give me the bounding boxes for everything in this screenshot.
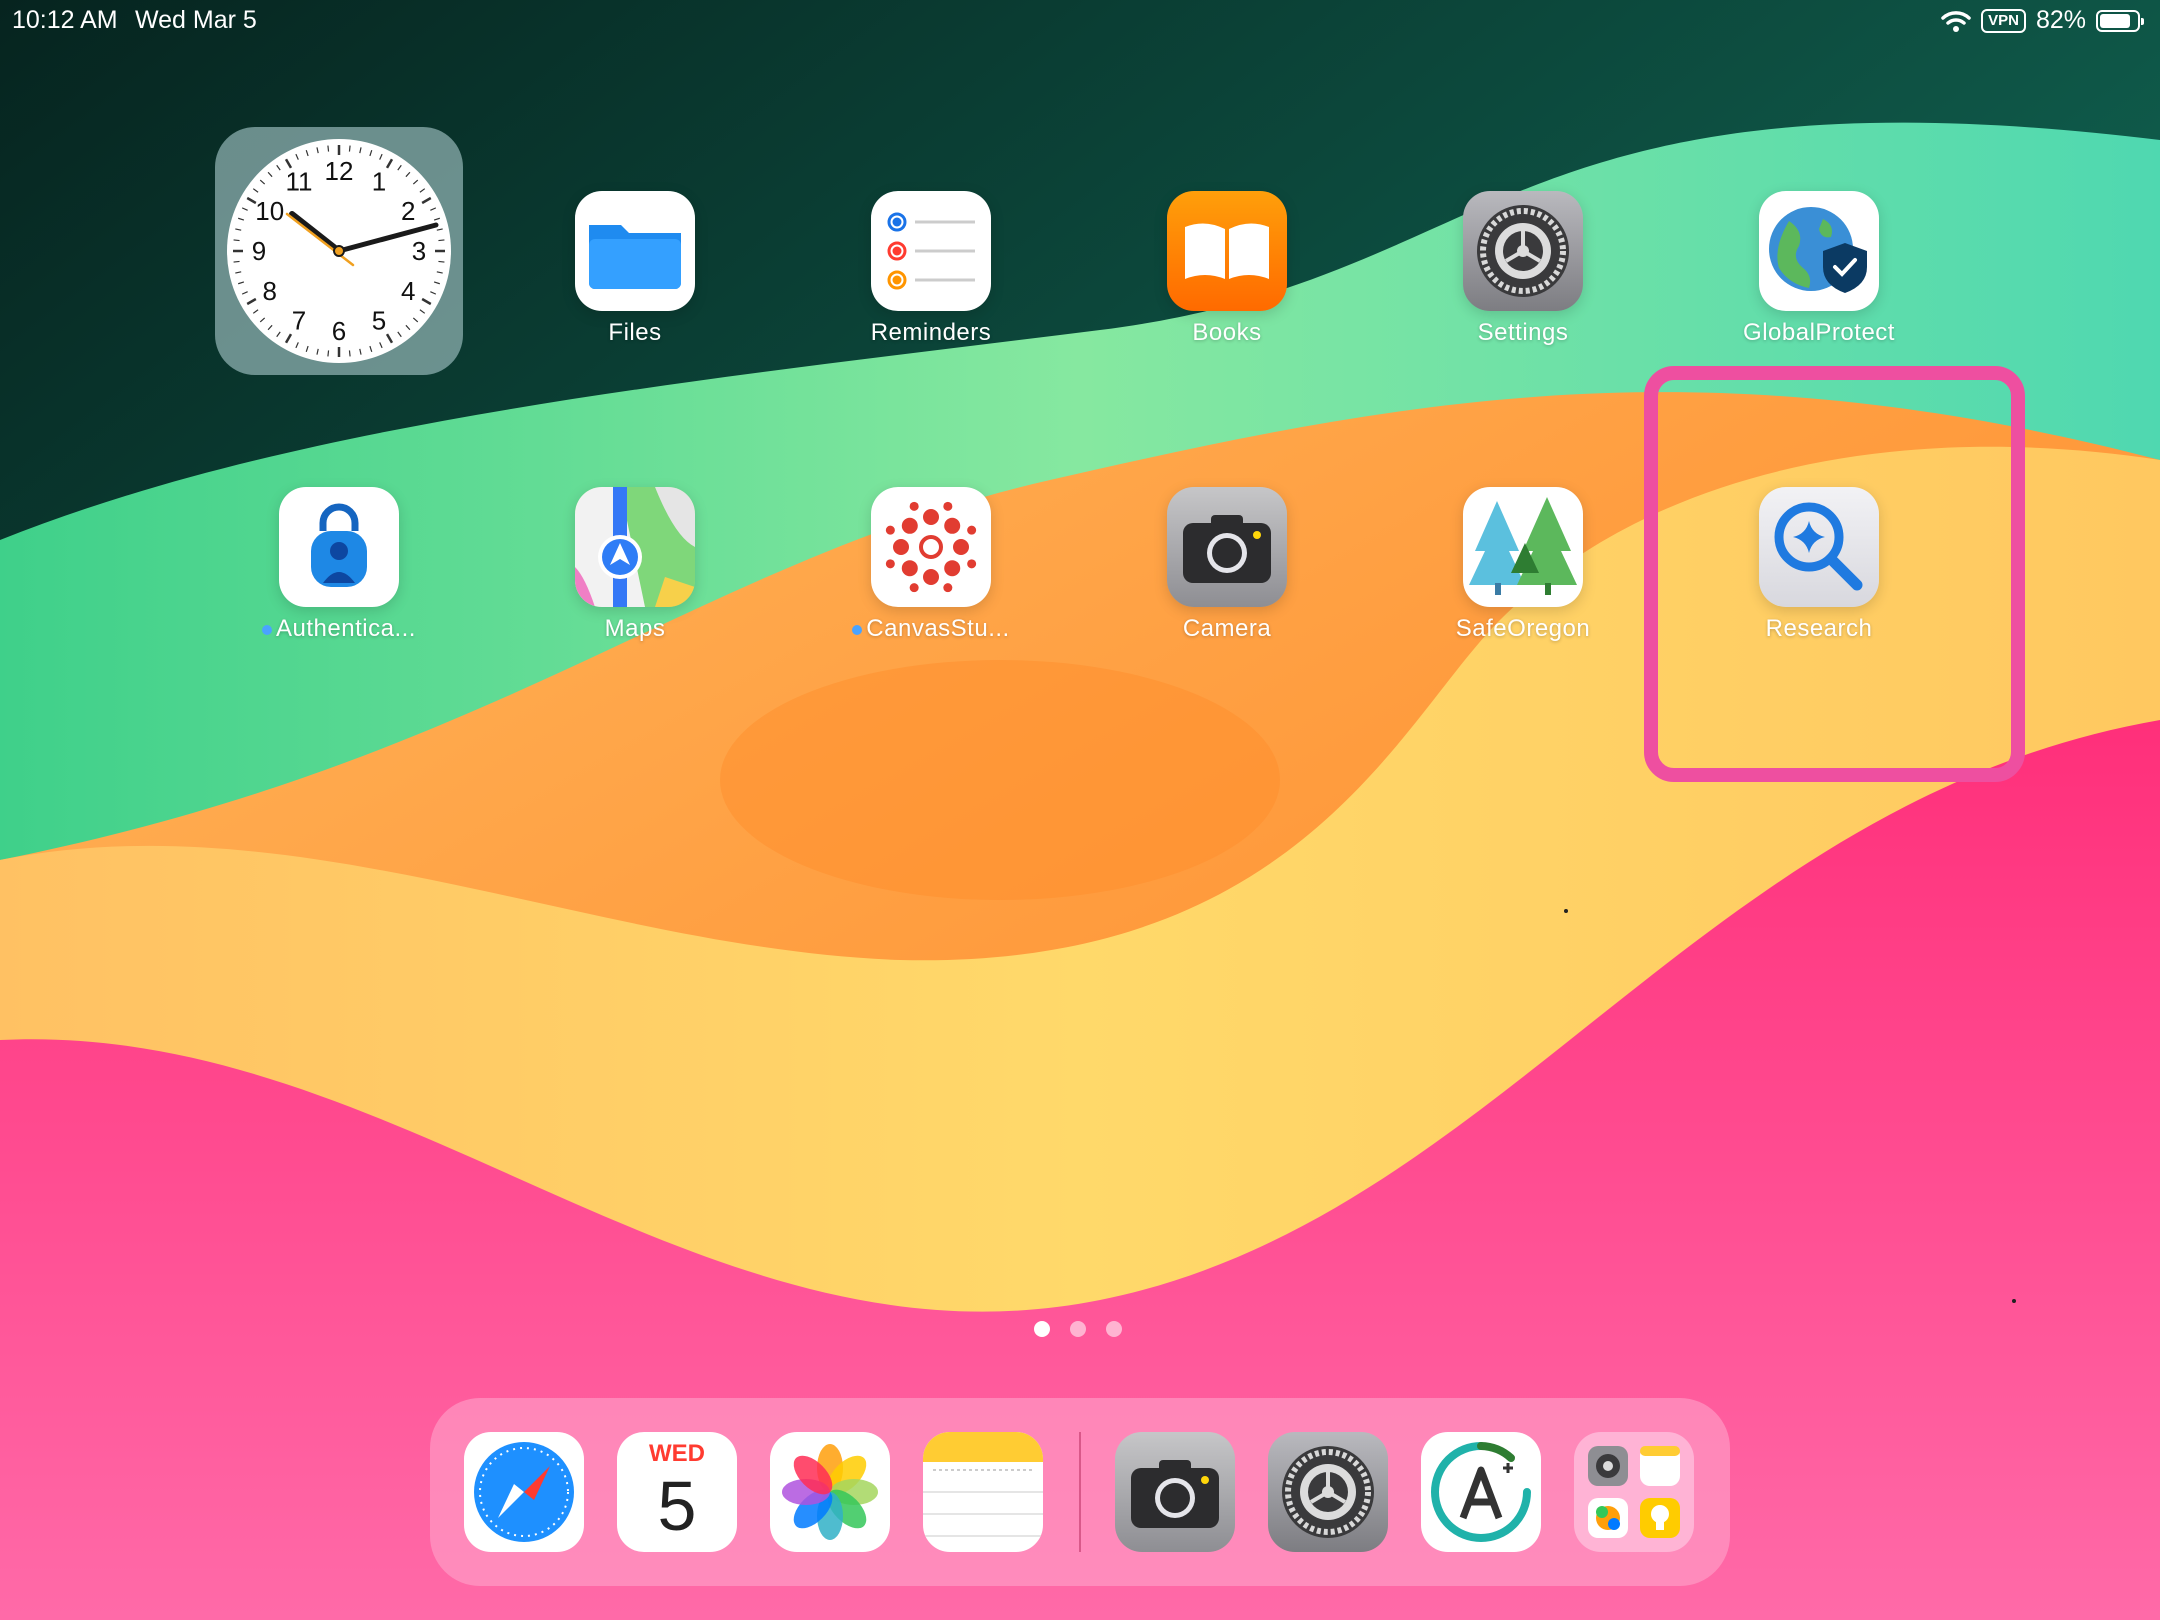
app-canvas-student[interactable]: CanvasStu... [831,487,1031,643]
highlight-box [1644,366,2025,782]
clock-face: 12 12 3 45678 9 1011 [227,139,451,363]
maps-icon [575,487,695,607]
clock-number: 4 [401,276,415,306]
status-right: VPN 82% [1941,6,2144,35]
new-badge-dot [852,624,863,635]
vpn-badge: VPN [1981,8,2026,33]
app-books[interactable]: Books [1127,191,1327,347]
translate-icon[interactable] [1421,1432,1541,1552]
battery-percent: 82% [2035,6,2086,34]
battery-icon [2096,9,2144,32]
calendar-day: WED [649,1440,705,1467]
status-bar: 10:12 AM Wed Mar 5 VPN 82% [0,0,2160,42]
app-label: Authentica... [239,615,439,643]
app-maps[interactable]: Maps [535,487,735,643]
authenticator-icon [279,487,399,607]
settings-icon [1463,191,1583,311]
app-label: Settings [1477,319,1569,346]
new-badge-dot [262,624,273,635]
reminders-icon [871,191,991,311]
app-label-text: CanvasStu... [866,615,1010,642]
app-label: Maps [604,615,666,642]
app-label: Files [608,319,662,346]
clock-tick [233,260,240,263]
camera-icon [1167,487,1287,607]
app-label: Reminders [870,319,992,346]
calendar-date: 5 [657,1467,697,1545]
wallpaper-speck [2012,1299,2016,1303]
page-indicator[interactable] [1034,1321,1122,1337]
app-settings[interactable]: Settings [1423,191,1623,347]
safeoregon-icon [1463,487,1583,607]
app-files[interactable]: Files [535,191,735,347]
notes-icon[interactable] [923,1432,1043,1552]
app-label: SafeOregon [1455,615,1591,642]
clock-number: 8 [262,276,276,306]
clock-number: 12 [325,156,354,186]
photos-icon[interactable] [770,1432,890,1552]
wallpaper-speck [1564,909,1568,913]
app-label: Camera [1182,615,1272,642]
safari-icon[interactable] [464,1432,584,1552]
clock-number: 10 [255,196,284,226]
globalprotect-icon [1759,191,1879,311]
clock-number: 9 [252,236,266,266]
clock-number: 1 [372,167,386,197]
app-safeoregon[interactable]: SafeOregon [1423,487,1623,643]
clock-number: 6 [332,316,346,346]
page-dot[interactable] [1106,1321,1122,1337]
app-camera[interactable]: Camera [1127,487,1327,643]
clock-tick [348,145,351,152]
clock-tick [327,350,330,357]
page-dot[interactable] [1070,1321,1086,1337]
page-dot[interactable] [1034,1321,1050,1337]
app-label-text: Authentica... [276,615,416,642]
canvas-student-icon [871,487,991,607]
files-icon [575,191,695,311]
clock-tick [438,239,445,242]
app-label: GlobalProtect [1743,319,1895,346]
clock-number: 7 [292,305,306,335]
clock-number: 5 [372,305,386,335]
settings-icon[interactable] [1268,1432,1388,1552]
wifi-icon [1941,10,1971,32]
app-library-icon[interactable] [1574,1432,1694,1552]
books-icon [1167,191,1287,311]
clock-number: 11 [286,167,313,197]
app-globalprotect[interactable]: GlobalProtect [1719,191,1919,347]
clock-tick [348,350,351,357]
status-time: 10:12 AM [12,6,118,34]
clock-tick [438,260,445,263]
dock-separator [1079,1432,1081,1552]
clock-number: 3 [412,236,426,266]
battery-fill [2100,13,2130,28]
calendar-icon[interactable]: WED 5 [617,1432,737,1552]
dock: WED 5 [430,1398,1730,1586]
status-date: Wed Mar 5 [135,6,257,34]
clock-number: 2 [401,196,415,226]
app-reminders[interactable]: Reminders [831,191,1031,347]
app-label: Books [1192,319,1262,346]
app-authenticator[interactable]: Authentica... [239,487,439,643]
camera-icon[interactable] [1115,1432,1235,1552]
clock-widget[interactable]: 12 1 2 3 4 5 6 7 8 9 10 11 [215,127,463,375]
clock-tick [327,145,330,152]
clock-tick [233,239,240,242]
app-label: CanvasStu... [831,615,1031,643]
